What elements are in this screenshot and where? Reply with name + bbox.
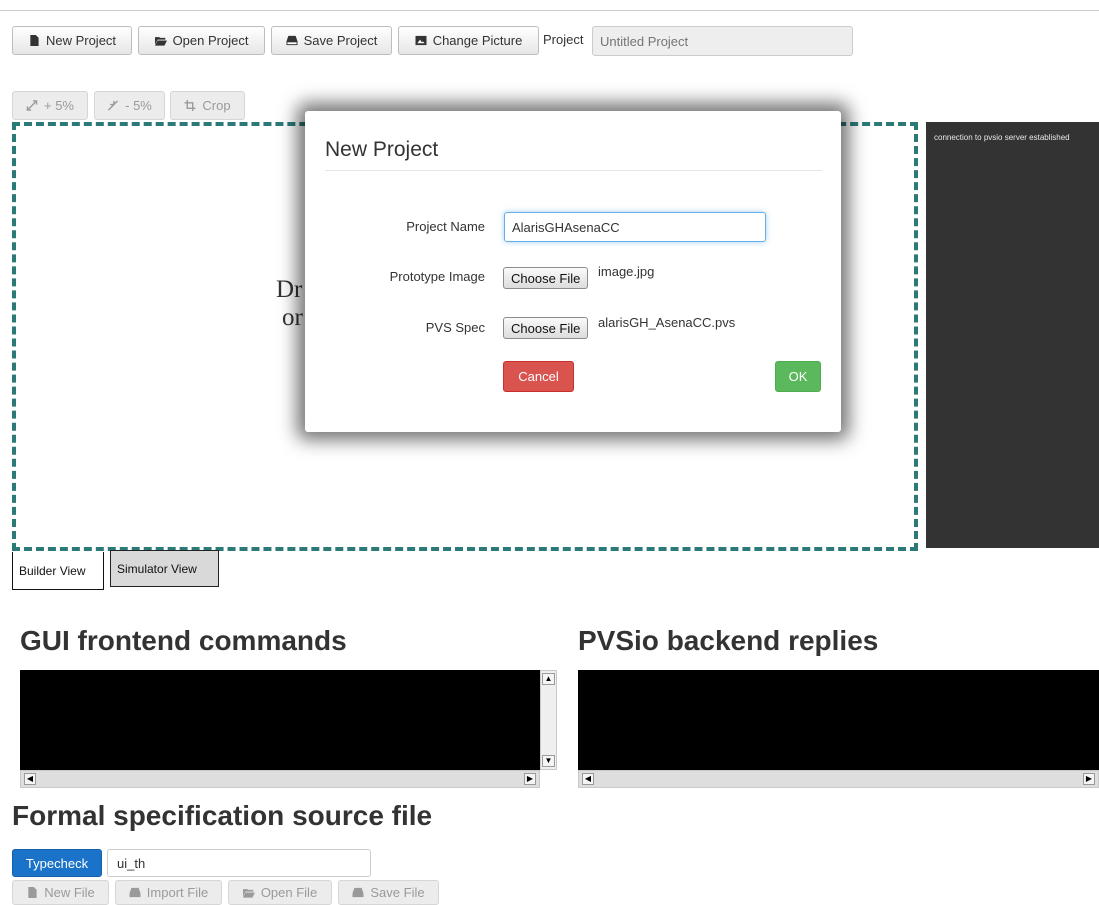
pvsio-replies-log[interactable] <box>578 670 1099 770</box>
top-divider <box>0 10 1099 11</box>
scroll-left-arrow-icon[interactable]: ◀ <box>582 773 594 785</box>
dialog-title-divider <box>325 170 822 171</box>
builder-view-label: Builder View <box>19 563 86 578</box>
scroll-right-arrow-icon[interactable]: ▶ <box>524 773 536 785</box>
new-project-label: New Project <box>45 33 117 48</box>
gui-commands-heading: GUI frontend commands <box>20 625 347 656</box>
typecheck-button[interactable]: Typecheck <box>12 849 102 877</box>
zoom-out-label: - 5% <box>125 98 152 113</box>
new-file-label: New File <box>44 885 95 900</box>
drop-instruction-text: Dr or <box>276 276 303 332</box>
prototype-image-label: Prototype Image <box>389 269 485 284</box>
zoom-in-button[interactable]: + 5% <box>12 91 88 120</box>
scroll-left-arrow-icon[interactable]: ◀ <box>24 773 36 785</box>
project-name-label: Project Name <box>406 219 485 234</box>
file-icon <box>28 887 37 898</box>
pvsio-log-horizontal-scrollbar[interactable]: ◀ ▶ <box>578 770 1099 788</box>
project-name-input[interactable] <box>592 26 853 56</box>
simulator-view-label: Simulator View <box>117 561 197 576</box>
typecheck-label: Typecheck <box>25 855 89 871</box>
scroll-down-arrow-icon[interactable]: ▼ <box>542 755 555 767</box>
hdd-icon <box>129 887 141 898</box>
choose-file-label: Choose File <box>511 270 581 286</box>
project-label: Project <box>543 32 584 47</box>
open-file-label: Open File <box>260 885 318 900</box>
hdd-icon <box>352 887 364 898</box>
picture-icon <box>415 35 427 46</box>
server-console: connection to pvsio server established <box>926 122 1099 548</box>
open-file-button[interactable]: Open File <box>228 880 332 905</box>
change-picture-label: Change Picture <box>432 33 523 48</box>
prototype-image-filename: image.jpg <box>598 264 655 279</box>
cancel-button[interactable]: Cancel <box>503 361 574 392</box>
zoom-in-label: + 5% <box>44 98 74 113</box>
gui-log-vertical-scrollbar[interactable]: ▲ ▼ <box>540 670 557 770</box>
new-project-dialog: New Project Project Name Prototype Image… <box>305 111 841 432</box>
console-message: connection to pvsio server established <box>934 133 1070 142</box>
drop-text-line1: Dr <box>276 276 303 303</box>
prototype-image-choose-file-button[interactable]: Choose File <box>503 267 589 289</box>
drop-text-line2: or <box>282 304 303 331</box>
gui-log-horizontal-scrollbar[interactable]: ◀ ▶ <box>20 770 540 788</box>
project-name-field[interactable] <box>504 212 766 242</box>
cancel-label: Cancel <box>518 369 559 384</box>
resize-full-icon <box>26 100 38 111</box>
new-project-button[interactable]: New Project <box>12 26 132 55</box>
zoom-out-button[interactable]: - 5% <box>94 91 165 120</box>
ok-button[interactable]: OK <box>775 361 821 392</box>
open-project-label: Open Project <box>172 33 249 48</box>
save-file-label: Save File <box>370 885 425 900</box>
pvs-spec-choose-file-button[interactable]: Choose File <box>503 317 589 339</box>
choose-file-label: Choose File <box>511 320 581 336</box>
import-file-button[interactable]: Import File <box>115 880 222 905</box>
tab-builder-view[interactable]: Builder View <box>12 552 104 590</box>
ok-label: OK <box>788 369 808 384</box>
crop-button[interactable]: Crop <box>170 91 245 120</box>
folder-open-icon <box>154 37 167 46</box>
pvsio-replies-heading: PVSio backend replies <box>578 625 879 656</box>
dialog-title: New Project <box>325 138 439 161</box>
pvs-spec-filename: alarisGH_AsenaCC.pvs <box>598 315 736 330</box>
spec-file-input[interactable] <box>107 849 371 877</box>
gui-commands-log[interactable] <box>20 670 540 770</box>
pvs-spec-label: PVS Spec <box>425 320 485 335</box>
crop-label: Crop <box>202 98 231 113</box>
save-file-button[interactable]: Save File <box>338 880 439 905</box>
change-picture-button[interactable]: Change Picture <box>398 26 539 55</box>
save-project-button[interactable]: Save Project <box>271 26 392 55</box>
formal-spec-heading: Formal specification source file <box>12 800 433 831</box>
file-icon <box>30 35 39 46</box>
import-file-label: Import File <box>146 885 209 900</box>
scroll-up-arrow-icon[interactable]: ▲ <box>542 673 555 685</box>
scroll-right-arrow-icon[interactable]: ▶ <box>1083 773 1095 785</box>
open-project-button[interactable]: Open Project <box>138 26 265 55</box>
save-project-label: Save Project <box>303 33 378 48</box>
resize-small-icon <box>108 100 119 111</box>
hdd-icon <box>286 35 298 46</box>
tab-simulator-view[interactable]: Simulator View <box>110 550 219 587</box>
crop-icon <box>184 100 196 111</box>
folder-open-icon <box>242 889 255 898</box>
new-file-button[interactable]: New File <box>12 880 109 905</box>
